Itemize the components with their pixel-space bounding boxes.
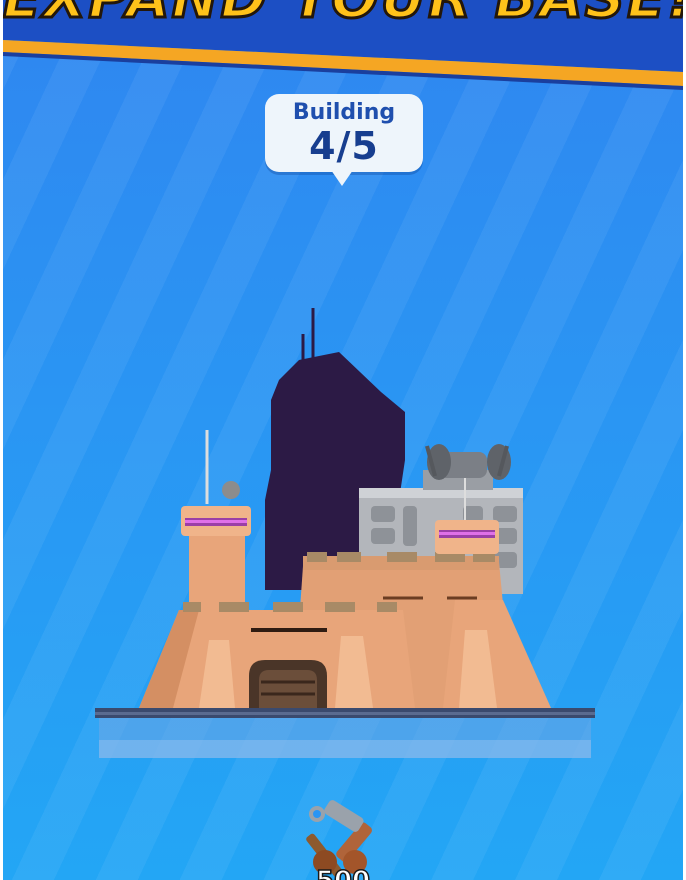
game-screen: EXPAND YOUR BASE! Building 4/5: [3, 0, 683, 880]
upgrade-cost: 500: [293, 867, 393, 880]
base-scene[interactable]: [3, 0, 683, 880]
base-platform: [95, 708, 595, 758]
